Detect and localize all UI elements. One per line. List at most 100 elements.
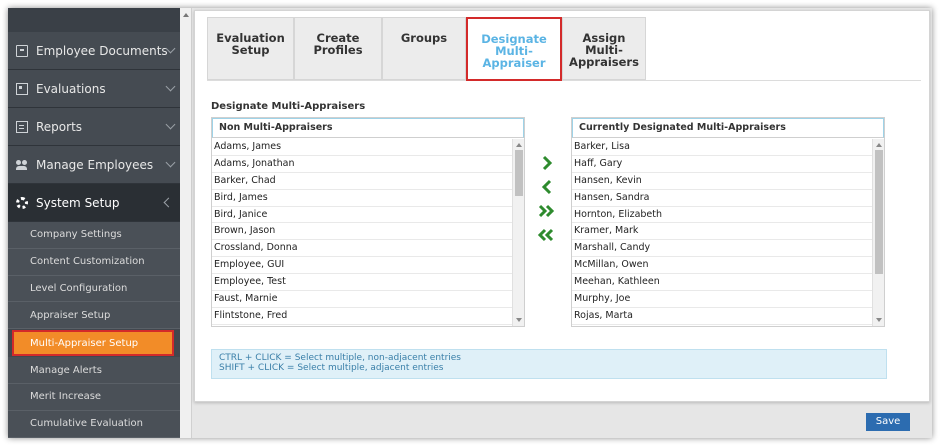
list-item[interactable]: Kramer, Mark [572,223,872,241]
sidebar-subitem-label: Cumulative Evaluation [30,418,144,430]
scroll-down-icon[interactable] [876,318,882,322]
sidebar-subitem-label: Manage Alerts [30,364,102,376]
users-icon [16,159,28,171]
section-title: Designate Multi-Appraisers [211,101,366,112]
list-item[interactable]: McMillan, Owen [572,257,872,275]
app-window: Employee Documents Evaluations Reports M… [8,8,932,438]
list-item[interactable]: Faust, Marnie [212,291,512,308]
tab-label: Assign Multi- [582,31,626,57]
sidebar-item-reports[interactable]: Reports [8,108,180,146]
chevron-left-icon [163,197,174,208]
list-item[interactable]: Murphy, Joe [572,291,872,308]
list-item[interactable]: Bird, James [212,190,512,207]
tab-label: Appraiser [482,56,546,70]
tab-evaluation-setup[interactable]: Evaluation Setup [207,17,294,80]
tab-groups[interactable]: Groups [382,17,466,80]
sidebar-top [8,8,180,32]
list-header: Non Multi-Appraisers [212,118,524,138]
tab-label: Groups [400,31,448,45]
sidebar-subitem-cumulative-evaluation[interactable]: Cumulative Evaluation [8,410,180,438]
list-item[interactable]: Rojas, Marta [572,308,872,325]
tab-designate-multi-appraiser[interactable]: Designate Multi- Appraiser [466,17,562,81]
move-left-button[interactable] [536,177,558,197]
list-item[interactable]: Adams, James [212,139,512,156]
sidebar-item-employee-documents[interactable]: Employee Documents [8,32,180,70]
tab-create-profiles[interactable]: Create Profiles [294,17,382,80]
chevron-down-icon [165,81,176,92]
tab-bar: Evaluation Setup Create Profiles Groups … [207,17,921,81]
tab-label: Create Profiles [313,31,363,57]
move-all-right-button[interactable] [536,201,558,221]
list-item[interactable]: Hansen, Kevin [572,173,872,190]
report-icon [16,120,28,133]
list-items: Adams, James Adams, Jonathan Barker, Chad B… [212,139,512,326]
list-item[interactable]: Adams, Jonathan [212,156,512,173]
move-right-button[interactable] [536,153,558,173]
scroll-thumb[interactable] [875,150,883,274]
sidebar-item-label: Evaluations [36,81,106,96]
sidebar-subitem-label: Merit Increase [30,391,102,403]
list-item[interactable]: Meehan, Kathleen [572,274,872,292]
sidebar-subitem-content-customization[interactable]: Content Customization [8,248,180,276]
tab-assign-multi-appraisers[interactable]: Assign Multi- Appraisers [562,17,646,80]
chevron-down-icon [165,119,176,130]
sidebar-subitem-merit-increase[interactable]: Merit Increase [8,383,180,411]
sidebar-subitem-company-settings[interactable]: Company Settings [8,222,180,249]
tab-label: Designate Multi- [481,32,547,58]
sidebar-subitem-appraiser-setup[interactable]: Appraiser Setup [8,302,180,330]
sidebar-subitem-label: Content Customization [30,256,145,268]
list-scrollbar[interactable] [872,139,884,326]
list-item[interactable]: Crossland, Donna [212,240,512,258]
list-item[interactable]: Barker, Chad [212,173,512,190]
sidebar-subitem-label: Appraiser Setup [30,309,111,321]
tab-label: Appraisers [569,55,639,69]
hint-line: CTRL + CLICK = Select multiple, non-adja… [219,353,461,363]
id-card-icon [16,82,28,95]
scroll-thumb[interactable] [515,150,523,196]
chevron-left-icon [541,179,552,195]
sidebar-subitem-multi-appraiser-setup[interactable]: Multi-Appraiser Setup [12,330,174,357]
list-item[interactable]: Bird, Janice [212,207,512,224]
list-item[interactable]: Marshall, Candy [572,240,872,258]
non-multi-appraisers-list[interactable]: Non Multi-Appraisers Adams, James Adams, … [211,117,525,327]
sidebar: Employee Documents Evaluations Reports M… [8,8,180,438]
list-item[interactable]: Hansen, Sandra [572,190,872,207]
list-item[interactable]: Brown, Jason [212,223,512,241]
hint-line: SHIFT + CLICK = Select multiple, adjacen… [219,363,444,373]
main-panel: Evaluation Setup Create Profiles Groups … [194,10,930,402]
list-item[interactable]: Haff, Gary [572,156,872,173]
list-item[interactable]: Employee, GUI [212,257,512,275]
gear-icon [16,196,28,209]
designated-multi-appraisers-list[interactable]: Currently Designated Multi-Appraisers Ba… [571,117,885,327]
chevron-right-icon [542,155,553,171]
scroll-up-icon[interactable] [876,143,882,147]
sidebar-item-label: Manage Employees [36,157,154,172]
list-item[interactable]: Employee, Test [212,274,512,292]
double-chevron-left-icon [537,228,554,242]
sidebar-item-evaluations[interactable]: Evaluations [8,70,180,108]
scroll-down-icon[interactable] [516,318,522,322]
page-scrollbar[interactable] [180,8,192,438]
selection-hint: CTRL + CLICK = Select multiple, non-adja… [211,349,887,379]
sidebar-subitem-label: Company Settings [30,229,122,241]
list-item[interactable]: Flintstone, Fred [212,308,512,325]
scroll-up-icon[interactable] [516,143,522,147]
sidebar-item-manage-employees[interactable]: Manage Employees [8,146,180,184]
scroll-up-icon[interactable] [183,13,189,17]
sidebar-item-label: Reports [36,119,83,134]
sidebar-subitem-label: Level Configuration [30,282,128,294]
document-icon [16,44,28,57]
list-item[interactable]: Hornton, Elizabeth [572,207,872,224]
list-item[interactable]: Barker, Lisa [572,139,872,156]
move-all-left-button[interactable] [536,225,558,245]
sidebar-item-label: Employee Documents [36,43,168,58]
sidebar-subitem-manage-alerts[interactable]: Manage Alerts [8,357,180,384]
tab-label: Setup [231,43,270,57]
double-chevron-right-icon [538,204,555,218]
sidebar-item-system-setup[interactable]: System Setup [8,184,180,222]
sidebar-subitem-level-configuration[interactable]: Level Configuration [8,275,180,303]
save-button[interactable]: Save [866,413,910,431]
list-scrollbar[interactable] [512,139,524,326]
list-items: Barker, Lisa Haff, Gary Hansen, Kevin Hanse… [572,139,872,326]
sidebar-subitem-label: Multi-Appraiser Setup [30,337,139,349]
